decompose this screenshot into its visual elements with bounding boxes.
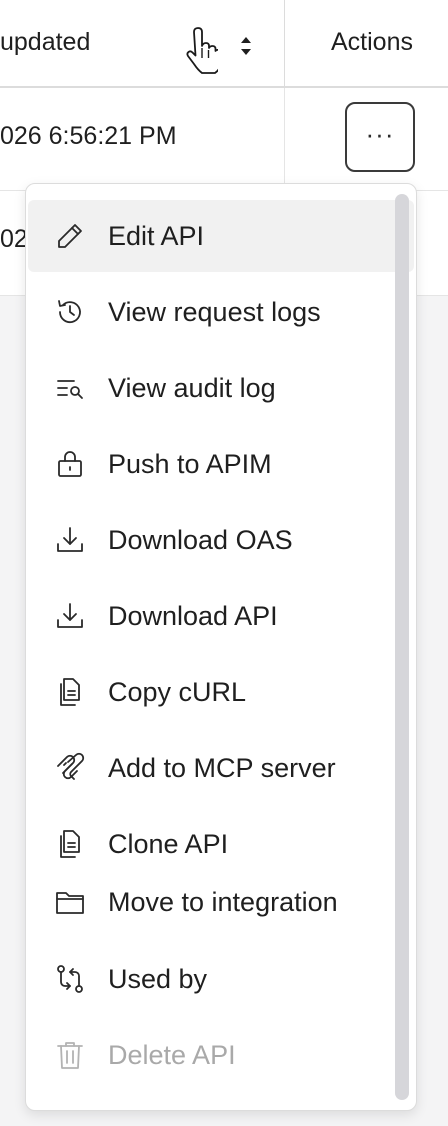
menu-item-label: View audit log: [108, 373, 276, 403]
table-header: updated Actions: [0, 0, 448, 88]
menu-item-label: Download OAS: [108, 525, 293, 555]
menu-item-move-to-integration[interactable]: Move to integration: [28, 866, 414, 938]
menu-item-label: Move to integration: [108, 887, 338, 917]
menu-item-view-audit-log[interactable]: View audit log: [28, 352, 414, 424]
menu-item-add-to-mcp-server[interactable]: Add to MCP server: [28, 732, 414, 804]
menu-item-label: Copy cURL: [108, 677, 247, 707]
download-icon: [54, 524, 86, 556]
pencil-icon: [54, 220, 86, 252]
menu-item-view-request-logs[interactable]: View request logs: [28, 276, 414, 348]
menu-item-label: Add to MCP server: [108, 753, 336, 783]
history-icon: [54, 296, 86, 328]
column-header-actions-label: Actions: [331, 28, 413, 56]
row-actions-button[interactable]: ···: [345, 102, 415, 172]
column-divider: [284, 88, 285, 190]
menu-item-label: Delete API: [108, 1040, 236, 1070]
column-header-updated-label: updated: [0, 28, 91, 56]
updated-cell: 02: [0, 225, 28, 253]
menu-item-label: Download API: [108, 601, 278, 631]
lock-open-icon: [54, 448, 86, 480]
menu-scrollbar-thumb[interactable]: [395, 194, 409, 1100]
menu-item-label: Used by: [108, 964, 208, 994]
updated-cell: 026 6:56:21 PM: [0, 122, 177, 150]
menu-item-edit-api[interactable]: Edit API: [28, 200, 414, 272]
document-copy-icon: [54, 676, 86, 708]
document-copy-icon: [54, 828, 86, 860]
menu-item-label: Clone API: [108, 829, 229, 859]
folder-icon: [54, 886, 86, 918]
menu-item-download-api[interactable]: Download API: [28, 580, 414, 652]
actions-menu: Edit API View request logs View audit lo…: [25, 183, 417, 1111]
mcp-icon: [54, 752, 86, 784]
menu-scrollbar[interactable]: [395, 194, 409, 1100]
search-list-icon: [54, 372, 86, 404]
menu-item-delete-api: Delete API: [28, 1019, 414, 1091]
menu-item-push-to-apim[interactable]: Push to APIM: [28, 428, 414, 500]
column-header-updated[interactable]: updated: [0, 0, 285, 86]
menu-item-download-oas[interactable]: Download OAS: [28, 504, 414, 576]
download-icon: [54, 600, 86, 632]
trash-icon: [54, 1039, 86, 1071]
menu-item-label: View request logs: [108, 297, 321, 327]
hand-pointer-cursor-icon: [186, 27, 218, 74]
menu-item-label: Push to APIM: [108, 449, 272, 479]
git-compare-icon: [54, 963, 86, 995]
menu-item-label: Edit API: [108, 221, 205, 251]
menu-item-copy-curl[interactable]: Copy cURL: [28, 656, 414, 728]
sort-icon[interactable]: [236, 32, 256, 60]
column-header-actions: Actions: [285, 0, 448, 86]
menu-item-used-by[interactable]: Used by: [28, 943, 414, 1015]
